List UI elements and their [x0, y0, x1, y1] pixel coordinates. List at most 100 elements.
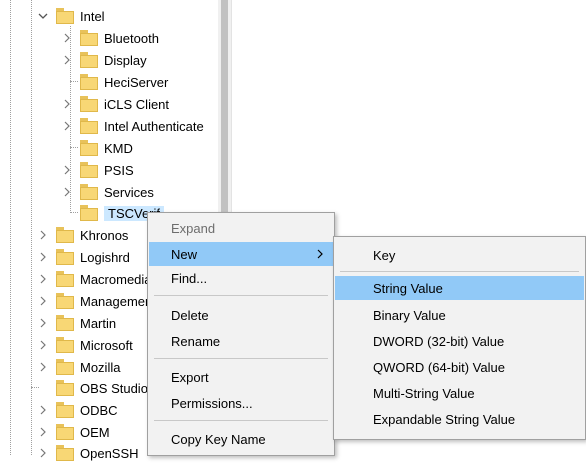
folder-icon — [56, 445, 74, 461]
chevron-right-icon[interactable] — [38, 448, 48, 458]
tree-node-bluetooth[interactable]: Bluetooth — [62, 27, 159, 49]
chevron-right-icon[interactable] — [38, 427, 48, 437]
tree-node-oem[interactable]: OEM — [38, 421, 110, 443]
menu-item-label: Multi-String Value — [373, 385, 475, 401]
menu-item-label: DWORD (32-bit) Value — [373, 333, 505, 349]
menu-item-label: Find... — [171, 270, 208, 286]
folder-icon — [56, 315, 74, 331]
folder-icon — [80, 118, 98, 134]
scrollbar-thumb[interactable] — [221, 0, 228, 213]
tree-node-logishrd[interactable]: Logishrd — [38, 246, 130, 268]
chevron-right-icon[interactable] — [38, 340, 48, 350]
chevron-down-icon[interactable] — [38, 11, 48, 21]
tree-node-label: OpenSSH — [80, 445, 139, 461]
tree-node-khronos[interactable]: Khronos — [38, 224, 128, 246]
tree-node-label: Intel Authenticate — [104, 118, 204, 134]
chevron-right-icon[interactable] — [38, 230, 48, 240]
submenu-item-qword-value[interactable]: QWORD (64-bit) Value — [335, 355, 584, 379]
new-submenu: Key String Value Binary Value DWORD (32-… — [333, 236, 586, 440]
folder-icon — [56, 424, 74, 440]
tree-node-openssh[interactable]: OpenSSH — [38, 442, 139, 464]
folder-icon — [56, 402, 74, 418]
tree-node-label: Services — [104, 184, 154, 200]
menu-item-export[interactable]: Export — [149, 365, 333, 389]
tree-node-intel-authenticate[interactable]: Intel Authenticate — [62, 115, 204, 137]
submenu-item-dword-value[interactable]: DWORD (32-bit) Value — [335, 329, 584, 353]
tree-node-label: Mozilla — [80, 359, 121, 375]
tree-node-services[interactable]: Services — [62, 181, 154, 203]
chevron-right-icon[interactable] — [62, 99, 72, 109]
submenu-item-binary-value[interactable]: Binary Value — [335, 303, 584, 327]
chevron-right-icon[interactable] — [38, 405, 48, 415]
tree-node-mozilla[interactable]: Mozilla — [38, 356, 120, 378]
tree-node-heciserver[interactable]: HeciServer — [62, 71, 168, 93]
menu-item-find[interactable]: Find... — [149, 266, 333, 290]
chevron-right-icon[interactable] — [38, 252, 48, 262]
menu-item-label: Export — [171, 369, 209, 385]
menu-separator — [154, 295, 328, 296]
menu-separator — [154, 420, 328, 421]
tree-node-microsoft[interactable]: Microsoft — [38, 334, 133, 356]
chevron-right-icon[interactable] — [62, 33, 72, 43]
menu-item-label: Expand — [171, 220, 216, 236]
chevron-right-icon[interactable] — [62, 55, 72, 65]
folder-icon — [56, 380, 74, 396]
folder-icon — [80, 74, 98, 90]
tree-node-label: ODBC — [80, 402, 118, 418]
tree-node-label: Microsoft — [80, 337, 133, 353]
submenu-item-key[interactable]: Key — [335, 243, 584, 267]
tree-node-label: Management — [80, 293, 156, 309]
menu-item-label: QWORD (64-bit) Value — [373, 359, 505, 375]
tree-scrollbar[interactable] — [218, 0, 231, 213]
tree-node-display[interactable]: Display — [62, 49, 147, 71]
menu-separator — [154, 358, 328, 359]
chevron-right-icon[interactable] — [62, 187, 72, 197]
tree-node-odbc[interactable]: ODBC — [38, 399, 118, 421]
tree-node-intel[interactable]: Intel — [38, 5, 105, 27]
tree-node-obs-studio[interactable]: OBS Studio — [38, 377, 148, 399]
tree-guide-line — [10, 0, 11, 455]
tree-node-psis[interactable]: PSIS — [62, 159, 134, 181]
submenu-item-string-value[interactable]: String Value — [335, 276, 584, 300]
context-menu: Expand New Find... Delete Rename Export … — [147, 212, 335, 456]
tree-node-kmd[interactable]: KMD — [62, 137, 133, 159]
folder-icon — [80, 52, 98, 68]
tree-node-martin[interactable]: Martin — [38, 312, 116, 334]
tree-node-management[interactable]: Management — [38, 290, 156, 312]
chevron-right-icon[interactable] — [62, 165, 72, 175]
menu-item-label: Copy Key Name — [171, 431, 266, 447]
submenu-item-multi-string-value[interactable]: Multi-String Value — [335, 381, 584, 405]
tree-node-icls-client[interactable]: iCLS Client — [62, 93, 169, 115]
menu-item-label: Delete — [171, 307, 209, 323]
tree-node-label: OEM — [80, 424, 110, 440]
menu-item-delete[interactable]: Delete — [149, 303, 333, 327]
menu-item-new[interactable]: New — [149, 242, 333, 266]
submenu-arrow-icon — [317, 242, 323, 266]
pane-divider — [231, 0, 232, 213]
tree-node-label: Bluetooth — [104, 30, 159, 46]
chevron-right-icon[interactable] — [38, 362, 48, 372]
menu-item-permissions[interactable]: Permissions... — [149, 391, 333, 415]
menu-item-label: Key — [373, 247, 396, 263]
folder-icon — [80, 30, 98, 46]
menu-item-copy-key-name[interactable]: Copy Key Name — [149, 427, 333, 451]
folder-icon — [56, 8, 74, 24]
chevron-right-icon[interactable] — [38, 318, 48, 328]
tree-node-label: KMD — [104, 140, 133, 156]
tree-node-label: HeciServer — [104, 74, 169, 90]
chevron-right-icon[interactable] — [38, 296, 48, 306]
chevron-right-icon[interactable] — [62, 121, 72, 131]
folder-icon — [80, 184, 98, 200]
tree-node-macromedia[interactable]: Macromedia — [38, 268, 152, 290]
chevron-right-icon[interactable] — [38, 274, 48, 284]
folder-icon — [56, 249, 74, 265]
folder-icon — [80, 205, 98, 221]
menu-item-expand[interactable]: Expand — [149, 216, 333, 240]
menu-item-rename[interactable]: Rename — [149, 329, 333, 353]
menu-item-label: Permissions... — [171, 395, 253, 411]
tree-node-label: PSIS — [104, 162, 134, 178]
submenu-item-expandable-string-value[interactable]: Expandable String Value — [335, 407, 584, 431]
